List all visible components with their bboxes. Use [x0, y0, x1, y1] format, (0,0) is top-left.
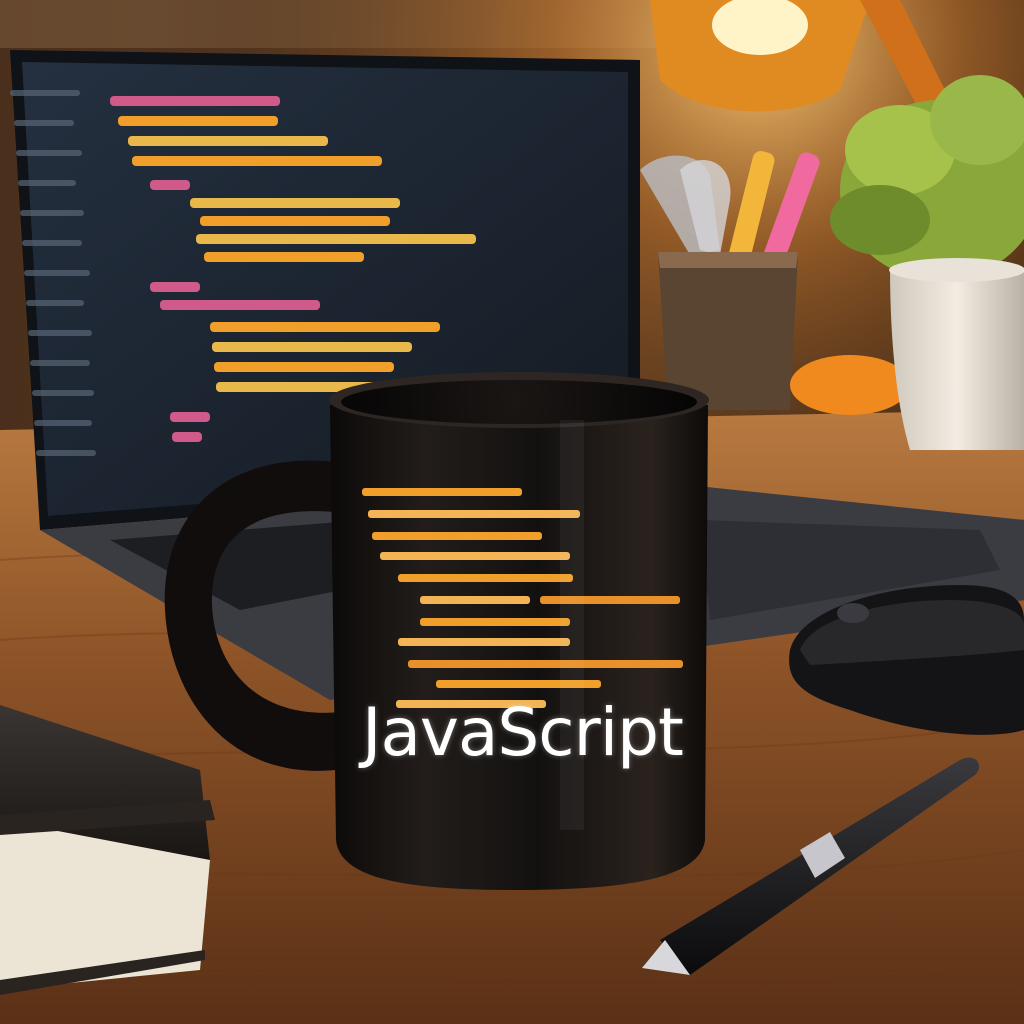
orange-saucer: [790, 355, 910, 415]
mug-label-text: JavaScript: [362, 694, 684, 771]
desk-scene: [0, 0, 1024, 1024]
